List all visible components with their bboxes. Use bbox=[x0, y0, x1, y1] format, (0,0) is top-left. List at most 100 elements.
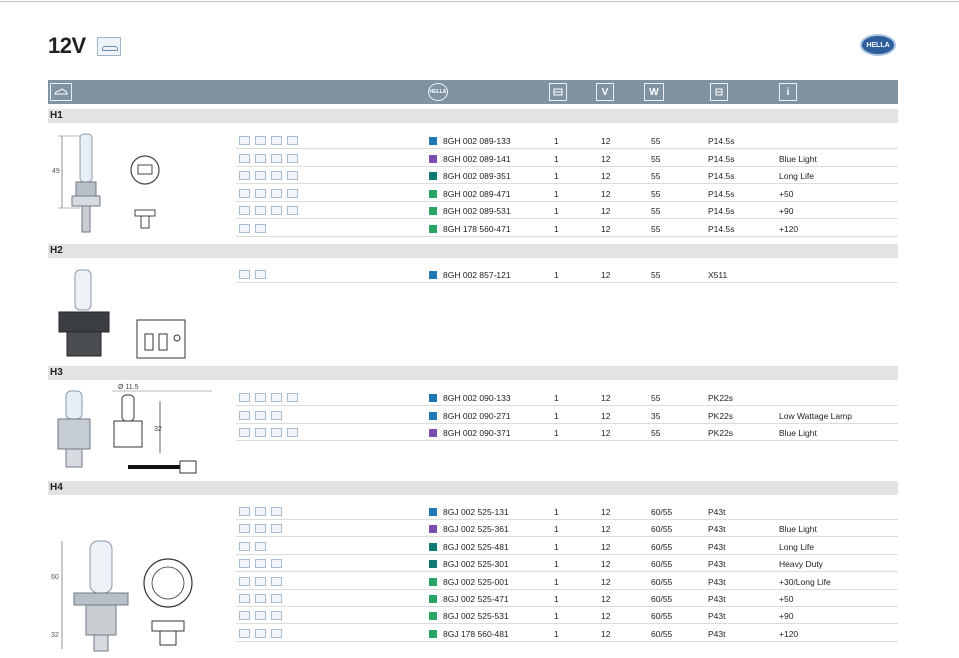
table-row: 8GH 002 857-121 1 12 55 X511 bbox=[236, 266, 898, 283]
h3-height-label: 32 bbox=[154, 426, 162, 433]
note: +120 bbox=[779, 224, 799, 234]
application-icon bbox=[271, 507, 282, 516]
application-icon bbox=[239, 428, 250, 438]
color-swatch bbox=[429, 271, 437, 279]
hella-logo: HELLA bbox=[860, 34, 896, 56]
application-icon bbox=[271, 428, 282, 438]
note: Blue Light bbox=[779, 153, 817, 164]
voltage: 12 bbox=[601, 507, 611, 517]
application-icon bbox=[239, 270, 250, 279]
note: +120 bbox=[779, 628, 799, 639]
color-swatch bbox=[429, 525, 437, 534]
quantity: 1 bbox=[554, 224, 559, 234]
voltage: 12 bbox=[601, 206, 611, 217]
application-icon bbox=[239, 524, 250, 534]
base-type: P14.5s bbox=[708, 188, 735, 199]
note: Long Life bbox=[779, 541, 814, 552]
base-type: P43t bbox=[708, 628, 726, 639]
base-type: P43t bbox=[708, 507, 726, 517]
base-type: P14.5s bbox=[708, 153, 735, 164]
note: +90 bbox=[779, 206, 794, 217]
color-swatch bbox=[429, 207, 437, 216]
part-number: 8GH 002 089-351 bbox=[443, 171, 511, 182]
color-swatch bbox=[429, 154, 437, 163]
part-number: 8GH 002 090-371 bbox=[443, 428, 511, 439]
wattage: 60/55 bbox=[651, 611, 673, 622]
color-swatch bbox=[429, 577, 437, 586]
part-number: 8GJ 002 525-001 bbox=[443, 576, 509, 587]
part-number: 8GH 002 089-531 bbox=[443, 206, 511, 217]
application-icon bbox=[271, 136, 282, 145]
h4-bulb-illustration: 60 32 bbox=[51, 540, 193, 652]
header-volt-icon: V bbox=[596, 83, 614, 101]
table-row: 8GH 002 089-141 1 12 55 P14.5s Blue Light bbox=[236, 150, 898, 167]
application-icon bbox=[271, 628, 282, 638]
section-h2: H2 bbox=[48, 244, 898, 258]
quantity: 1 bbox=[554, 576, 559, 587]
application-icon bbox=[255, 594, 266, 603]
quantity: 1 bbox=[554, 206, 559, 217]
color-swatch bbox=[429, 411, 437, 420]
base-type: PK22s bbox=[708, 393, 734, 403]
voltage: 12 bbox=[601, 559, 611, 570]
color-swatch bbox=[429, 172, 437, 181]
quantity: 1 bbox=[554, 393, 559, 403]
wattage: 60/55 bbox=[651, 507, 673, 517]
application-icon bbox=[239, 153, 250, 163]
color-swatch bbox=[429, 560, 437, 569]
base-type: P43t bbox=[708, 594, 726, 604]
application-icon bbox=[255, 541, 266, 551]
application-icon bbox=[255, 188, 266, 198]
color-swatch bbox=[429, 629, 437, 638]
h2-bulb-illustration bbox=[58, 269, 186, 359]
voltage: 12 bbox=[601, 393, 611, 403]
voltage: 12 bbox=[601, 611, 611, 622]
header-hella-logo-icon: HELLA bbox=[428, 83, 448, 101]
application-icon bbox=[239, 576, 250, 586]
h3-diameter-label: Ø 11.5 bbox=[118, 384, 139, 391]
application-icon bbox=[239, 594, 250, 603]
quantity: 1 bbox=[554, 136, 559, 146]
application-icon bbox=[271, 576, 282, 586]
part-number: 8GJ 002 525-481 bbox=[443, 541, 509, 552]
application-icon bbox=[271, 410, 282, 420]
wattage: 60/55 bbox=[651, 524, 673, 535]
part-number: 8GJ 002 525-301 bbox=[443, 559, 509, 570]
application-icon bbox=[287, 171, 298, 181]
wattage: 55 bbox=[651, 270, 661, 280]
color-swatch bbox=[429, 189, 437, 198]
section-h1: H1 bbox=[48, 109, 898, 123]
note: +50 bbox=[779, 594, 794, 604]
voltage: 12 bbox=[601, 594, 611, 604]
header-base-icon bbox=[710, 83, 728, 101]
base-type: P43t bbox=[708, 524, 726, 535]
application-icon bbox=[255, 611, 266, 621]
h4-base-label: 32 bbox=[51, 632, 59, 639]
base-type: P43t bbox=[708, 611, 726, 622]
table-row: 8GJ 002 525-531 1 12 60/55 P43t +90 bbox=[236, 607, 898, 625]
application-icon bbox=[271, 206, 282, 216]
color-swatch bbox=[429, 225, 437, 233]
color-swatch bbox=[429, 429, 437, 438]
wattage: 60/55 bbox=[651, 628, 673, 639]
base-type: P43t bbox=[708, 576, 726, 587]
part-number: 8GJ 002 525-131 bbox=[443, 507, 509, 517]
wattage: 55 bbox=[651, 153, 661, 164]
table-row: 8GJ 002 525-481 1 12 60/55 P43t Long Life bbox=[236, 538, 898, 555]
application-icon bbox=[239, 136, 250, 145]
note: Blue Light bbox=[779, 524, 817, 535]
base-type: P14.5s bbox=[708, 171, 735, 182]
base-type: P14.5s bbox=[708, 224, 735, 234]
wattage: 55 bbox=[651, 206, 661, 217]
application-icon bbox=[255, 507, 266, 516]
part-number: 8GH 178 560-471 bbox=[443, 224, 511, 234]
application-icon bbox=[287, 136, 298, 145]
application-icon bbox=[239, 541, 250, 551]
application-icon bbox=[287, 188, 298, 198]
header-info-icon: i bbox=[779, 83, 797, 101]
application-icon bbox=[271, 393, 282, 402]
color-swatch bbox=[429, 508, 437, 516]
quantity: 1 bbox=[554, 171, 559, 182]
note: +50 bbox=[779, 188, 794, 199]
application-icon bbox=[239, 393, 250, 402]
